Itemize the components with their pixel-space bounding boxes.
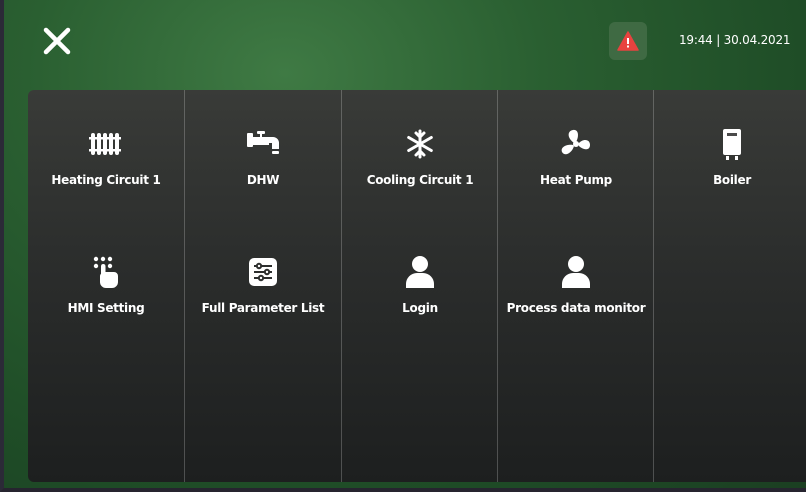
snowflake-icon [407,129,433,159]
fan-icon [561,129,590,155]
user-icon [562,256,590,288]
menu-item-label: Full Parameter List [201,301,325,315]
menu-item-label: HMI Setting [67,301,145,315]
touch-hand-icon [93,256,118,288]
menu-item-heat-pump[interactable]: Heat Pump [498,122,654,242]
menu-item-cooling-circuit-1[interactable]: Cooling Circuit 1 [342,122,498,242]
menu-item-login[interactable]: Login [342,250,498,370]
menu-item-hmi-setting[interactable]: HMI Setting [28,250,184,370]
radiator-icon [89,133,121,155]
alarm-button[interactable] [609,22,647,60]
datetime-display: 19:44 | 30.04.2021 [679,33,791,47]
close-button[interactable] [40,24,74,58]
close-icon [43,27,71,55]
menu-item-label: Login [402,301,438,315]
top-bar: 19:44 | 30.04.2021 [4,0,806,82]
menu-item-dhw[interactable]: DHW [185,122,341,242]
menu-item-process-data-monitor[interactable]: Process data monitor [498,250,654,370]
user-icon [406,256,434,288]
menu-item-label: DHW [246,173,280,187]
menu-item-boiler[interactable]: Boiler [654,122,806,242]
menu-item-label: Boiler [713,173,751,187]
hmi-screen: 19:44 | 30.04.2021 Heating Circuit 1 DHW… [0,0,806,492]
boiler-icon [723,129,741,160]
menu-item-label: Heating Circuit 1 [51,173,161,187]
menu-item-full-parameter-list[interactable]: Full Parameter List [185,250,341,370]
menu-panel: Heating Circuit 1 DHW Cooling Circuit 1 … [28,90,806,482]
menu-item-heating-circuit-1[interactable]: Heating Circuit 1 [28,122,184,242]
sliders-list-icon [249,258,277,286]
menu-item-label: Cooling Circuit 1 [366,173,474,187]
menu-item-label: Heat Pump [540,173,612,187]
warning-triangle-icon [617,31,639,51]
menu-item-label: Process data monitor [506,301,646,315]
faucet-icon [247,131,279,154]
